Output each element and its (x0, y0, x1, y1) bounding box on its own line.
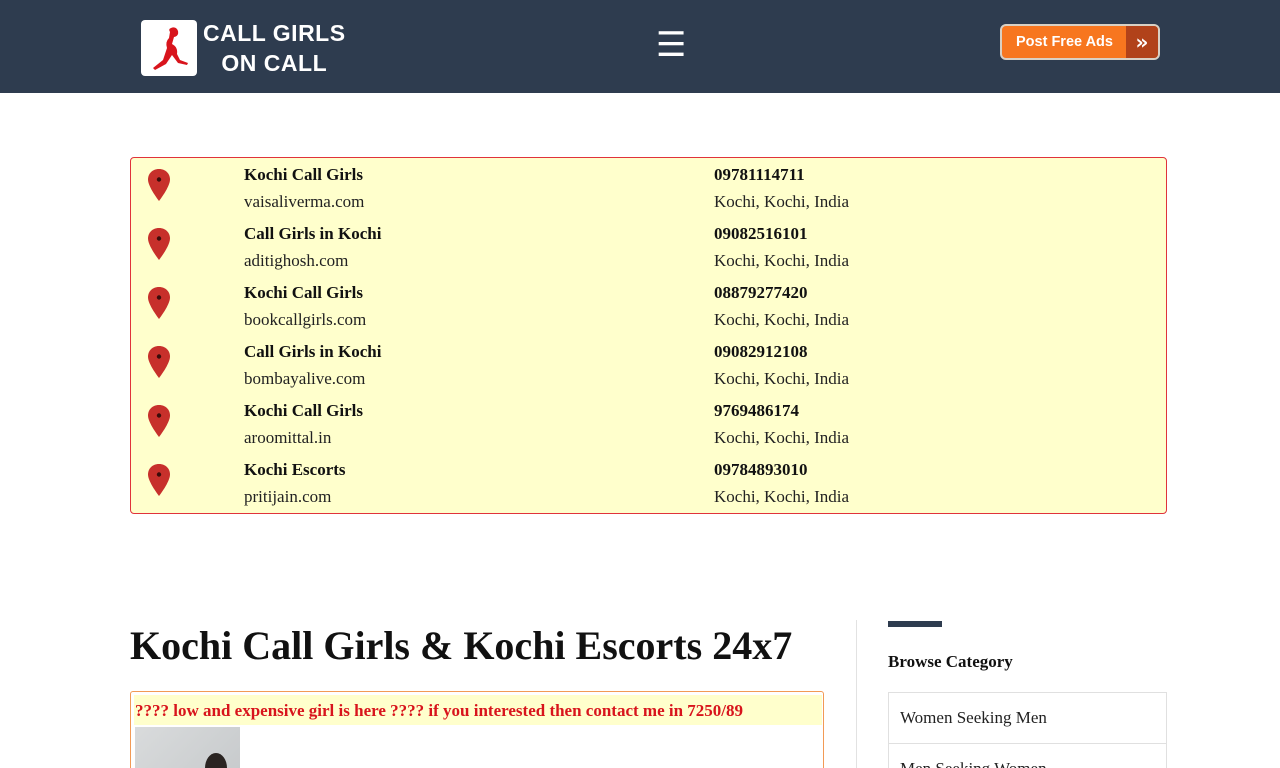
site-header: CALL GIRLS ON CALL ☰ Post Free Ads » (0, 0, 1280, 93)
listing-name-link[interactable]: Call Girls in Kochi (244, 224, 381, 244)
listing-name-link[interactable]: Kochi Call Girls (244, 401, 363, 421)
sidebar-category-label: Women Seeking Men (900, 708, 1047, 727)
logo-text: CALL GIRLS ON CALL (203, 18, 346, 78)
sidebar-category-label: Men Seeking Women (900, 759, 1047, 768)
listing-location: Kochi, Kochi, India (714, 192, 850, 211)
listing-name-link[interactable]: Call Girls in Kochi (244, 342, 381, 362)
map-pin-icon (148, 464, 170, 496)
listing-row[interactable]: Kochi Call Girls bookcallgirls.com 08879… (131, 276, 1166, 334)
post-free-ads-button[interactable]: Post Free Ads » (1000, 24, 1160, 60)
site-logo[interactable]: CALL GIRLS ON CALL (141, 18, 346, 78)
listing-phone[interactable]: 08879277420 (714, 283, 808, 303)
map-pin-icon (148, 405, 170, 437)
map-pin-icon (148, 228, 170, 260)
listing-location: Kochi, Kochi, India (714, 310, 850, 329)
listing-phone[interactable]: 09781114711 (714, 165, 805, 185)
listing-site: bombayalive.com (244, 369, 366, 388)
ad-thumbnail[interactable] (135, 727, 240, 768)
ad-card[interactable]: ???? low and expensive girl is here ????… (130, 691, 824, 768)
listing-location: Kochi, Kochi, India (714, 251, 850, 270)
map-pin-icon (148, 287, 170, 319)
map-pin-icon (148, 169, 170, 201)
listing-phone[interactable]: 09082516101 (714, 224, 808, 244)
double-chevron-right-icon: » (1126, 26, 1158, 58)
listing-location: Kochi, Kochi, India (714, 428, 850, 447)
listing-row[interactable]: Kochi Escorts pritijain.com 09784893010 … (131, 453, 1166, 511)
logo-figure-icon (141, 20, 197, 76)
listing-name-link[interactable]: Kochi Call Girls (244, 283, 363, 303)
listing-site: vaisaliverma.com (244, 192, 365, 211)
post-free-ads-label: Post Free Ads (1016, 34, 1113, 50)
listing-phone[interactable]: 09082912108 (714, 342, 808, 362)
sidebar-accent-bar (888, 621, 942, 627)
listing-row[interactable]: Call Girls in Kochi aditighosh.com 09082… (131, 217, 1166, 275)
column-divider (856, 620, 857, 768)
sidebar-title: Browse Category (888, 652, 1013, 671)
ad-title-link[interactable]: ???? low and expensive girl is here ????… (135, 700, 743, 722)
listing-row[interactable]: Call Girls in Kochi bombayalive.com 0908… (131, 335, 1166, 393)
listing-phone[interactable]: 09784893010 (714, 460, 808, 480)
listing-site: bookcallgirls.com (244, 310, 367, 329)
logo-line-2: ON CALL (221, 50, 328, 76)
listing-phone[interactable]: 9769486174 (714, 401, 799, 421)
listing-row[interactable]: Kochi Call Girls vaisaliverma.com 097811… (131, 158, 1166, 216)
listing-site: aroomittal.in (244, 428, 332, 447)
logo-line-1: CALL GIRLS (203, 20, 346, 46)
listing-site: pritijain.com (244, 487, 332, 506)
sidebar-category-item[interactable]: Men Seeking Women (888, 743, 1167, 768)
listing-row[interactable]: Kochi Call Girls aroomittal.in 976948617… (131, 394, 1166, 452)
listing-box: Kochi Call Girls vaisaliverma.com 097811… (130, 157, 1167, 514)
listing-name-link[interactable]: Kochi Escorts (244, 460, 346, 480)
sidebar-category-item[interactable]: Women Seeking Men (888, 692, 1167, 744)
ad-card-header: ???? low and expensive girl is here ????… (134, 695, 822, 725)
listing-site: aditighosh.com (244, 251, 349, 270)
page-title: Kochi Call Girls & Kochi Escorts 24x7 (130, 623, 793, 668)
listing-location: Kochi, Kochi, India (714, 487, 850, 506)
listing-location: Kochi, Kochi, India (714, 369, 850, 388)
thumbnail-figure (205, 753, 227, 768)
map-pin-icon (148, 346, 170, 378)
listing-name-link[interactable]: Kochi Call Girls (244, 165, 363, 185)
hamburger-menu-icon[interactable]: ☰ (656, 28, 686, 62)
